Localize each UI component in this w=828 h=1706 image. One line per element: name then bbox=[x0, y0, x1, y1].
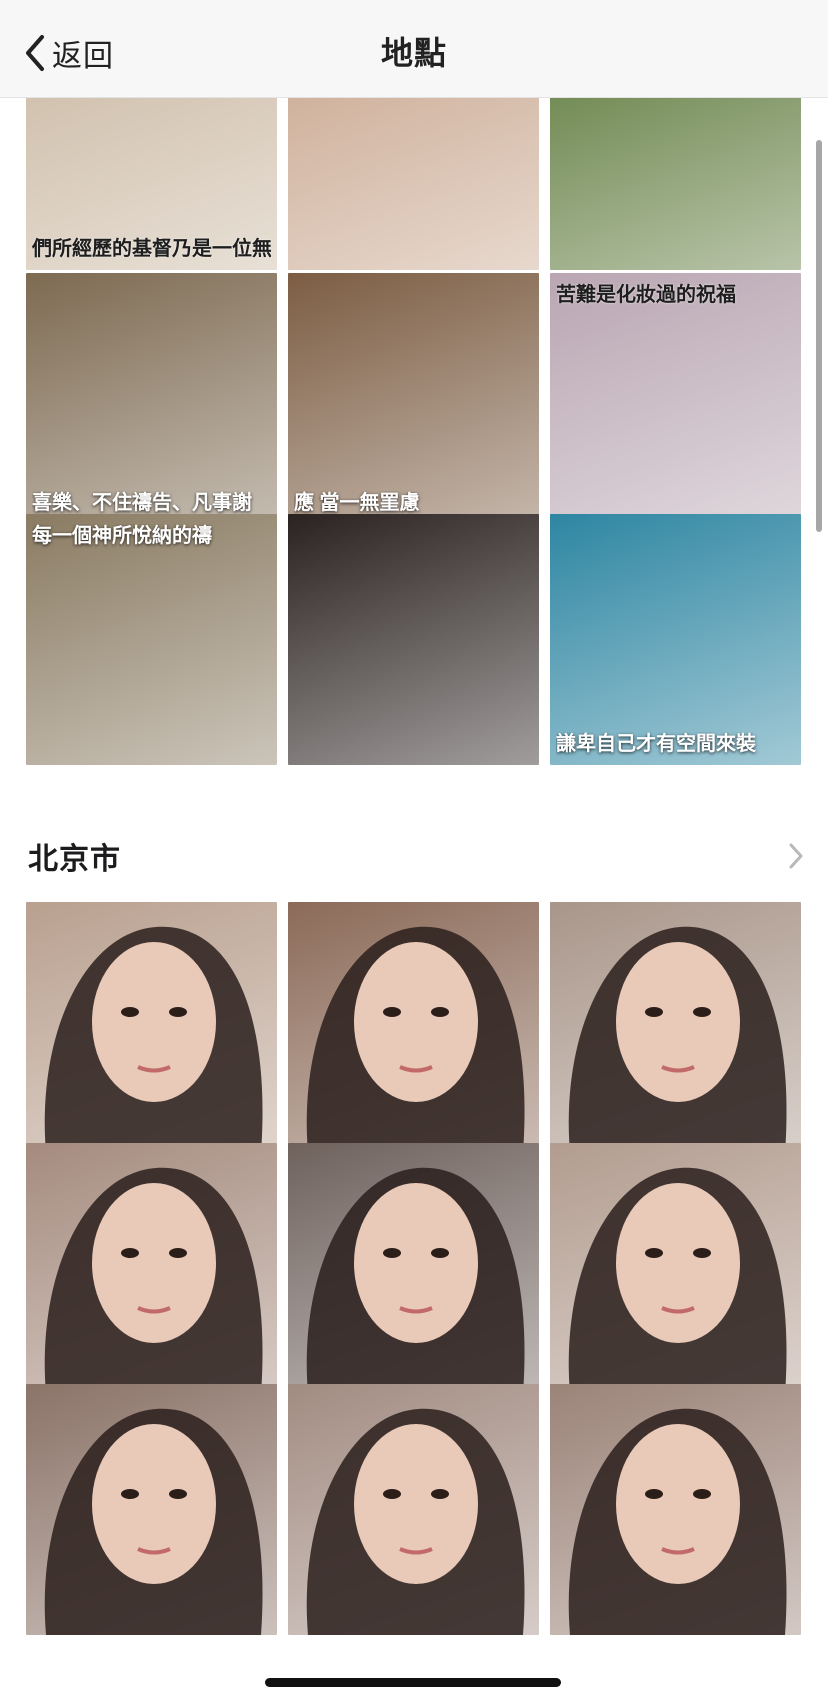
portrait-image bbox=[44, 1167, 263, 1394]
portrait-tile-8[interactable] bbox=[288, 1384, 539, 1635]
photo-grid-upper: 們所經歷的基督乃是一位無限的基督肯 神就能份量，不在於你取得多大的成就喜樂、不住… bbox=[26, 19, 803, 807]
photo-tile-4[interactable]: 喜樂、不住禱告、凡事謝 bbox=[26, 273, 277, 524]
chevron-right-icon bbox=[789, 843, 803, 869]
photo-tile-8[interactable] bbox=[288, 514, 539, 765]
portrait-tile-2[interactable] bbox=[288, 902, 539, 1153]
portrait-image bbox=[44, 1408, 263, 1635]
portrait-image bbox=[568, 1408, 787, 1635]
portrait-tile-9[interactable] bbox=[550, 1384, 801, 1635]
portrait-tile-3[interactable] bbox=[550, 902, 801, 1153]
navigation-bar: 返回 地點 bbox=[0, 0, 828, 98]
portrait-tile-5[interactable] bbox=[288, 1143, 539, 1394]
photo-tile-7[interactable]: 每一個神所悅納的禱 bbox=[26, 514, 277, 765]
portrait-tile-7[interactable] bbox=[26, 1384, 277, 1635]
tile-caption: 謙卑自己才有空間來裝 bbox=[556, 733, 756, 755]
location-section-header[interactable]: 北京市 bbox=[0, 820, 828, 890]
tile-caption: 喜樂、不住禱告、凡事謝 bbox=[32, 492, 252, 514]
places-screen: 返回 地點 們所經歷的基督乃是一位無限的基督肯 神就能份量，不在於你取得多大的成… bbox=[0, 0, 828, 1706]
tile-caption: 苦難是化妝過的祝福 bbox=[556, 284, 736, 306]
page-title: 地點 bbox=[380, 35, 447, 71]
photo-grid-lower bbox=[26, 902, 803, 1682]
photo-tile-9[interactable]: 謙卑自己才有空間來裝 bbox=[550, 514, 801, 765]
section-title: 北京市 bbox=[28, 843, 121, 876]
tile-caption: 應 當一無罣慮 bbox=[294, 492, 420, 514]
portrait-image bbox=[306, 1167, 525, 1394]
portrait-tile-1[interactable] bbox=[26, 902, 277, 1153]
photo-tile-6[interactable]: 苦難是化妝過的祝福 bbox=[550, 273, 801, 524]
tile-caption: 每一個神所悅納的禱 bbox=[32, 525, 212, 547]
home-indicator[interactable] bbox=[265, 1678, 561, 1687]
portrait-tile-4[interactable] bbox=[26, 1143, 277, 1394]
portrait-image bbox=[568, 1167, 787, 1394]
portrait-tile-6[interactable] bbox=[550, 1143, 801, 1394]
scrollbar[interactable] bbox=[816, 140, 822, 532]
portrait-image bbox=[306, 926, 525, 1153]
tile-caption: 們所經歷的基督乃是一位無限的基督 bbox=[32, 238, 271, 260]
photo-tile-5[interactable]: 應 當一無罣慮 bbox=[288, 273, 539, 524]
portrait-image bbox=[306, 1408, 525, 1635]
portrait-image bbox=[44, 926, 263, 1153]
portrait-image bbox=[568, 926, 787, 1153]
